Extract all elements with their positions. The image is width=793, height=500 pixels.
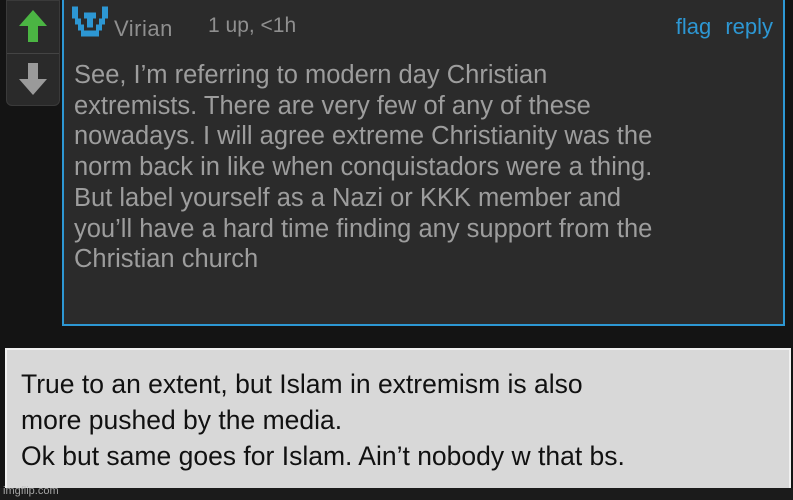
page: Virian 1 up, <1h flag reply See, I’m ref… <box>0 0 793 500</box>
comment-line: nowadays. I will agree extreme Christian… <box>74 122 653 151</box>
caption-line: more pushed by the media. <box>21 405 343 435</box>
arrow-down-icon <box>19 63 47 95</box>
caption-line: Ok but same goes for Islam. Ain’t nobody… <box>21 441 625 471</box>
comment-line: See, I’m referring to modern day Christi… <box>74 61 548 89</box>
watermark: imgflip.com <box>3 485 59 497</box>
caption-line: True to an extent, but Islam in extremis… <box>21 369 583 399</box>
comment-body: See, I’m referring to modern day Christi… <box>74 60 774 275</box>
pixel-avatar-icon[interactable] <box>72 6 108 40</box>
comment-line: norm back in like when conquistadors wer… <box>74 153 653 182</box>
comment-line: extremists. There are very few of any of… <box>74 91 591 120</box>
comment-line: Christian church <box>74 245 259 274</box>
comment-header: Virian 1 up, <1h flag reply <box>72 4 773 44</box>
flag-link[interactable]: flag <box>676 14 711 39</box>
comment-box: Virian 1 up, <1h flag reply See, I’m ref… <box>62 0 785 326</box>
comment-line: But label yourself as a Nazi or KKK memb… <box>74 183 622 212</box>
comment-actions: flag reply <box>668 14 773 40</box>
caption-text: True to an extent, but Islam in extremis… <box>21 366 781 474</box>
caption-box: True to an extent, but Islam in extremis… <box>5 348 791 500</box>
comment-meta: 1 up, <1h <box>208 14 297 37</box>
downvote-button[interactable] <box>7 54 59 104</box>
comment-line: you’ll have a hard time finding any supp… <box>74 214 653 243</box>
upvote-button[interactable] <box>7 1 59 51</box>
arrow-up-icon <box>19 10 47 42</box>
reply-link[interactable]: reply <box>725 14 773 39</box>
footer-strip <box>0 488 793 500</box>
username[interactable]: Virian <box>114 16 173 42</box>
vote-column <box>6 0 60 106</box>
